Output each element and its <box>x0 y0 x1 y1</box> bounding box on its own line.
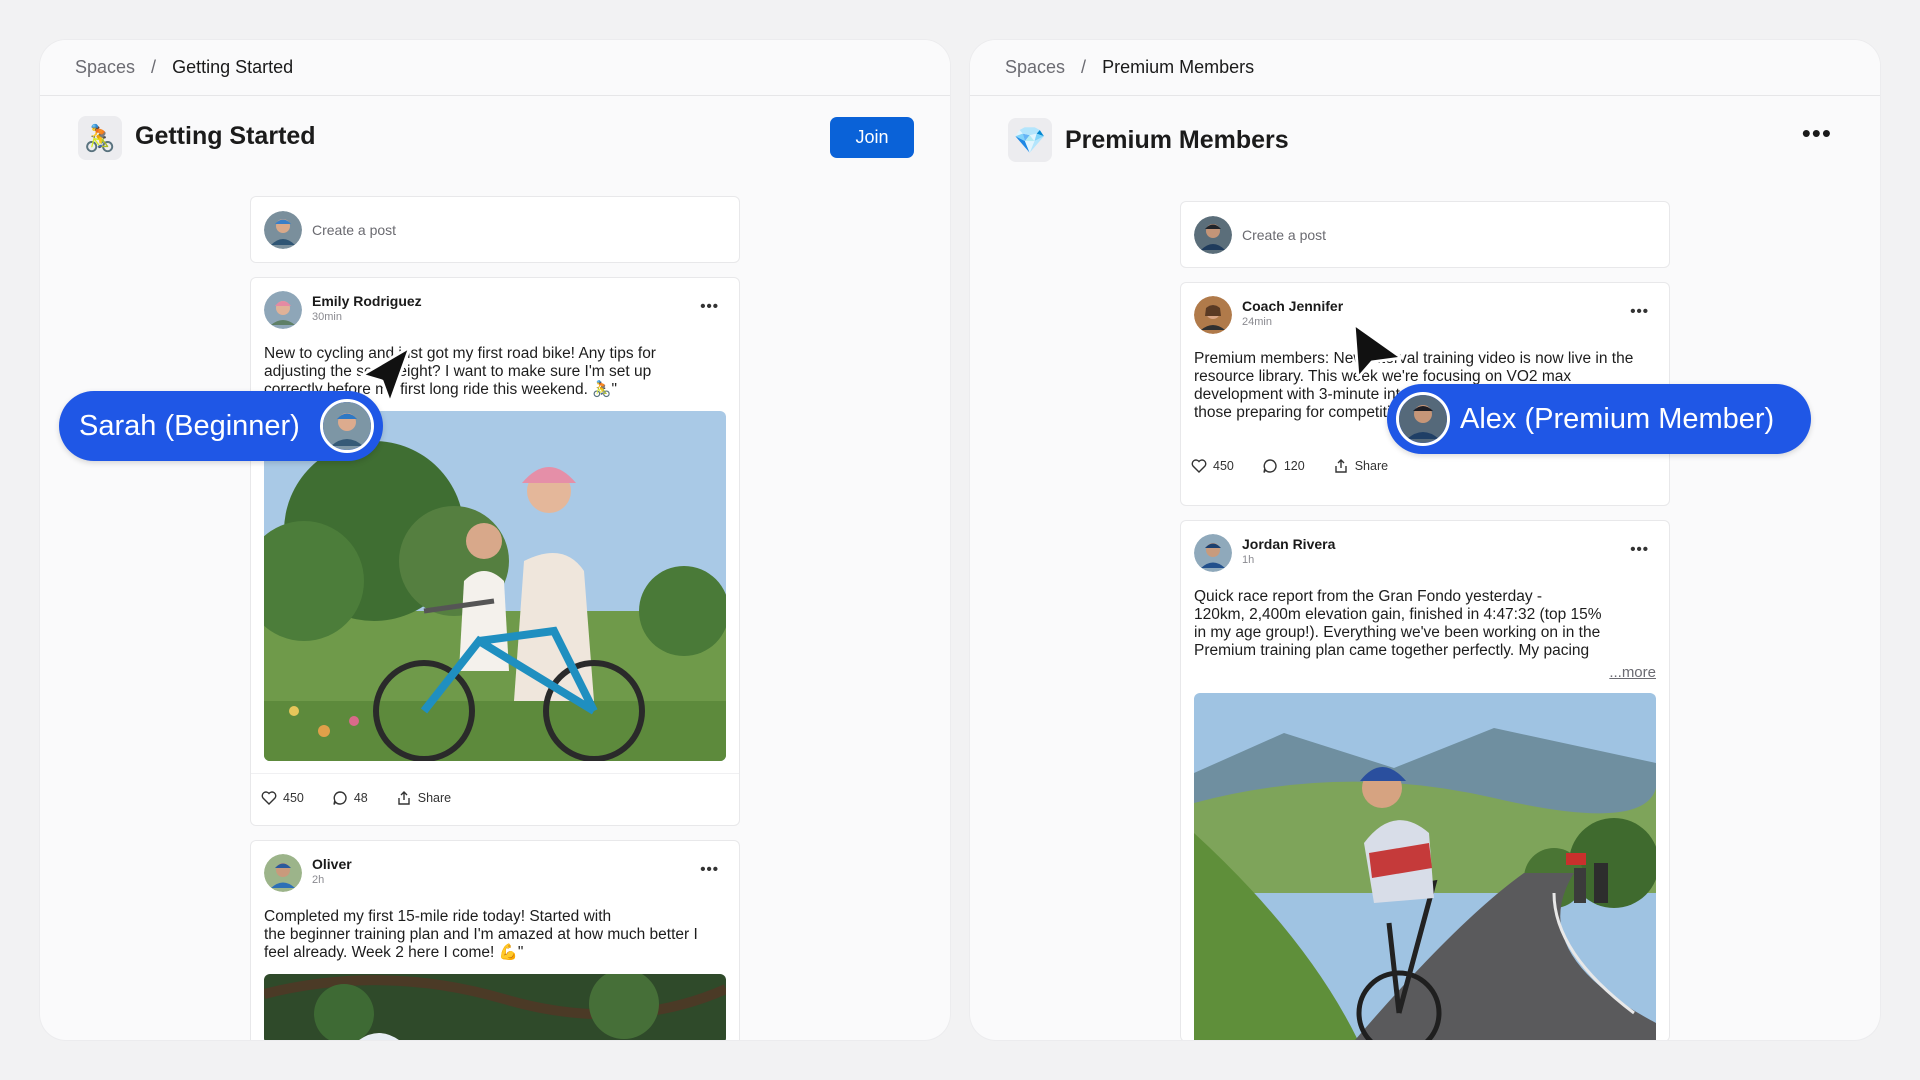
more-options-icon[interactable]: ••• <box>1630 541 1649 558</box>
more-options-icon[interactable]: ••• <box>1802 118 1832 149</box>
join-button[interactable]: Join <box>830 117 914 158</box>
breadcrumb-current: Getting Started <box>172 57 294 77</box>
avatar[interactable] <box>1194 534 1232 572</box>
comment-icon <box>333 791 347 805</box>
breadcrumb-spaces-link[interactable]: Spaces <box>1005 57 1065 78</box>
comment-icon <box>1263 459 1277 473</box>
post-author[interactable]: Emily Rodriguez <box>312 293 422 309</box>
cursor-arrow-icon <box>360 345 412 405</box>
avatar <box>320 399 374 453</box>
avatar <box>1194 215 1232 254</box>
heart-icon <box>1191 459 1207 473</box>
post-timestamp: 2h <box>312 874 325 886</box>
breadcrumb: Spaces / Premium Members <box>970 40 1880 96</box>
share-label: Share <box>1354 459 1389 473</box>
page-title: Getting Started <box>135 122 316 150</box>
post-author[interactable]: Oliver <box>312 856 352 872</box>
post-author[interactable]: Jordan Rivera <box>1242 536 1335 552</box>
breadcrumb-current: Premium Members <box>1102 57 1255 77</box>
post-actions: 450 48 Share <box>251 773 739 822</box>
post-text: Quick race report from the Gran Fondo ye… <box>1194 588 1602 659</box>
breadcrumb-separator: / <box>151 57 157 77</box>
read-more-link[interactable]: ...more <box>1181 660 1669 681</box>
more-options-icon[interactable]: ••• <box>1630 303 1649 320</box>
breadcrumb-separator: / <box>1081 57 1087 77</box>
create-post-placeholder: Create a post <box>1242 226 1327 243</box>
post-text: Completed my first 15-mile ride today! S… <box>264 908 698 961</box>
breadcrumb: Spaces / Getting Started <box>40 40 950 96</box>
diamond-icon: 💎 <box>1008 118 1052 162</box>
more-options-icon[interactable]: ••• <box>700 861 719 878</box>
heart-icon <box>261 791 277 805</box>
comment-button[interactable]: 48 <box>332 790 368 806</box>
user-label-text: Sarah (Beginner) <box>79 409 300 442</box>
post-card: Oliver 2h ••• Completed my first 15-mile… <box>250 840 740 1040</box>
post-image[interactable] <box>264 411 726 761</box>
post-timestamp: 30min <box>312 311 342 323</box>
post-timestamp: 24min <box>1242 316 1272 328</box>
like-count: 450 <box>1213 459 1234 473</box>
breadcrumb-spaces-link[interactable]: Spaces <box>75 57 135 78</box>
avatar <box>1396 392 1450 446</box>
post-author[interactable]: Coach Jennifer <box>1242 298 1343 314</box>
space-panel-premium-members: Spaces / Premium Members 💎 Premium Membe… <box>970 40 1880 1040</box>
comment-button[interactable]: 120 <box>1262 458 1305 474</box>
post-feed: Create a post Coach Jennifer 24min ••• P… <box>1180 201 1670 1040</box>
post-timestamp: 1h <box>1242 554 1255 566</box>
create-post-placeholder: Create a post <box>312 221 397 238</box>
space-panel-getting-started: Spaces / Getting Started 🚴 Getting Start… <box>40 40 950 1040</box>
bicycle-icon: 🚴 <box>78 116 122 160</box>
create-post-box[interactable]: Create a post <box>250 196 740 263</box>
user-label-alex: Alex (Premium Member) <box>1387 384 1811 454</box>
share-label: Share <box>417 791 452 805</box>
page-title: Premium Members <box>1065 126 1289 154</box>
share-button[interactable]: Share <box>1333 458 1388 474</box>
avatar[interactable] <box>1194 296 1232 334</box>
share-icon <box>398 791 410 805</box>
post-image[interactable] <box>1194 693 1656 1040</box>
post-image[interactable] <box>264 974 726 1040</box>
create-post-box[interactable]: Create a post <box>1180 201 1670 268</box>
share-button[interactable]: Share <box>396 790 451 806</box>
comment-count: 48 <box>353 791 368 805</box>
avatar[interactable] <box>264 291 302 329</box>
user-label-text: Alex (Premium Member) <box>1460 402 1775 435</box>
comment-count: 120 <box>1283 459 1305 473</box>
user-label-sarah: Sarah (Beginner) <box>59 391 383 461</box>
avatar[interactable] <box>264 854 302 892</box>
space-header: 🚴 Getting Started Join <box>40 96 950 178</box>
cursor-arrow-icon <box>1352 322 1404 380</box>
like-button[interactable]: 450 <box>261 790 304 806</box>
share-icon <box>1335 459 1347 473</box>
like-button[interactable]: 450 <box>1191 458 1234 474</box>
post-text: New to cycling and just got my first roa… <box>264 345 656 398</box>
post-card: Jordan Rivera 1h ••• Quick race report f… <box>1180 520 1670 1040</box>
like-count: 450 <box>283 791 304 805</box>
post-card: Emily Rodriguez 30min ••• New to cycling… <box>250 277 740 826</box>
space-header: 💎 Premium Members ••• <box>970 96 1880 178</box>
avatar <box>264 210 302 249</box>
post-feed: Create a post Emily Rodriguez 30min ••• … <box>250 196 740 1040</box>
more-options-icon[interactable]: ••• <box>700 298 719 315</box>
